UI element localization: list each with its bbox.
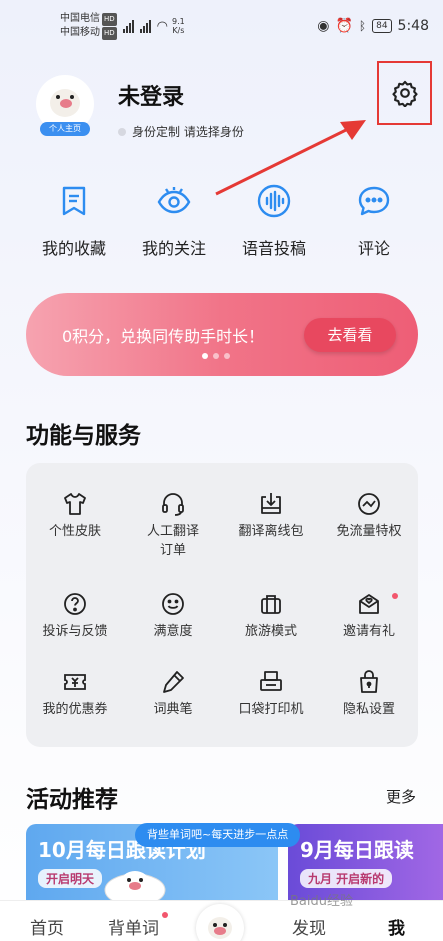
activities-title: 活动推荐 (26, 787, 118, 813)
settings-button[interactable] (377, 61, 432, 125)
eye-icon (157, 187, 191, 214)
hd-badge: HD (102, 27, 117, 40)
service-dictionary-pen[interactable]: 词典笔 (124, 669, 222, 719)
quick-action-comments[interactable]: 评论 (324, 183, 424, 259)
quick-action-following[interactable]: 我的关注 (124, 183, 224, 259)
quick-actions: 我的收藏 我的关注 语音投稿 评论 (24, 183, 424, 259)
tab-discover[interactable]: 发现 (292, 914, 326, 939)
pager-dot[interactable] (202, 353, 208, 359)
service-coupons[interactable]: 我的优惠券 (26, 669, 124, 719)
net-speed: 9.1 K/s (172, 17, 185, 35)
services-title: 功能与服务 (26, 423, 141, 449)
new-badge-dot (162, 912, 168, 918)
trend-circle-icon (358, 493, 380, 515)
tab-home[interactable]: 首页 (30, 914, 64, 939)
center-mascot-button[interactable] (196, 904, 244, 941)
eye-status-icon: ◉ (317, 18, 330, 34)
tab-me[interactable]: 我 (388, 914, 405, 939)
lock-bag-icon (360, 670, 378, 693)
avatar[interactable]: 个人主页 (36, 75, 94, 136)
service-skin[interactable]: 个性皮肤 (26, 491, 124, 541)
printer-icon (260, 671, 282, 691)
quick-action-voice-submit[interactable]: 语音投稿 (224, 183, 324, 259)
tshirt-icon (64, 493, 86, 515)
service-pocket-printer[interactable]: 口袋打印机 (222, 669, 320, 719)
points-banner[interactable]: 0积分，兑换同传助手时长！ 去看看 (26, 293, 418, 376)
signal-icon (139, 19, 151, 33)
service-invite[interactable]: 邀请有礼 (320, 591, 418, 641)
carrier-info: 中国电信 HD 中国移动 HD (60, 12, 117, 40)
gear-icon (391, 80, 418, 107)
envelope-heart-icon (359, 594, 379, 614)
pen-icon (163, 671, 184, 693)
carrier-2: 中国移动 (60, 27, 100, 38)
suitcase-icon (261, 595, 281, 614)
signal-icon (122, 19, 134, 33)
mascot-icon (104, 871, 166, 906)
clock: 5:48 (397, 18, 429, 34)
coupon-icon (64, 674, 86, 690)
service-privacy[interactable]: 隐私设置 (320, 669, 418, 719)
tab-vocabulary[interactable]: 背单词 (108, 914, 159, 939)
service-human-translation[interactable]: 人工翻译订单 (124, 491, 222, 560)
status-bar: 中国电信 HD 中国移动 HD ◠ 9.1 K/s ◉ ⏰ ᛒ 84 5:48 (0, 0, 443, 52)
banner-text: 0积分，兑换同传助手时长！ (62, 326, 265, 346)
new-badge-dot (392, 593, 398, 599)
headset-icon (162, 493, 184, 516)
banner-go-button[interactable]: 去看看 (304, 318, 396, 352)
activity-card[interactable]: 9月每日跟读 九月 开启新的 (288, 824, 443, 900)
comment-icon (358, 186, 390, 216)
service-travel-mode[interactable]: 旅游模式 (222, 591, 320, 641)
services-panel: 个性皮肤 人工翻译订单 翻译离线包 免流量特权 投诉与反馈 满意度 旅游模式 邀… (26, 463, 418, 747)
home-page-chip[interactable]: 个人主页 (40, 122, 90, 136)
question-circle-icon (64, 593, 86, 615)
carrier-1: 中国电信 (60, 13, 100, 24)
alarm-icon: ⏰ (335, 18, 353, 34)
bluetooth-icon: ᛒ (358, 19, 367, 33)
download-box-icon (261, 493, 281, 514)
identity-dot-icon (118, 127, 126, 136)
voice-wave-icon (257, 184, 291, 218)
tip-bubble[interactable]: 背些单词吧~每天进步一点点 (135, 823, 301, 847)
login-status-title[interactable]: 未登录 (118, 79, 244, 111)
activities-more-link[interactable]: 更多 (386, 786, 416, 807)
service-feedback[interactable]: 投诉与反馈 (26, 591, 124, 641)
bookmark-icon (62, 186, 86, 216)
watermark: Baidu经验 (290, 894, 353, 909)
wifi-icon: ◠ (156, 18, 168, 34)
pager-dot[interactable] (213, 353, 219, 359)
mascot-face-icon (208, 917, 232, 939)
service-satisfaction[interactable]: 满意度 (124, 591, 222, 641)
battery-icon: 84 (372, 19, 392, 33)
banner-pager (202, 353, 230, 359)
service-offline-pack[interactable]: 翻译离线包 (222, 491, 320, 541)
smiley-icon (162, 593, 184, 615)
hd-badge: HD (102, 13, 117, 26)
service-free-data[interactable]: 免流量特权 (320, 491, 418, 541)
pager-dot[interactable] (224, 353, 230, 359)
quick-action-favorites[interactable]: 我的收藏 (24, 183, 124, 259)
